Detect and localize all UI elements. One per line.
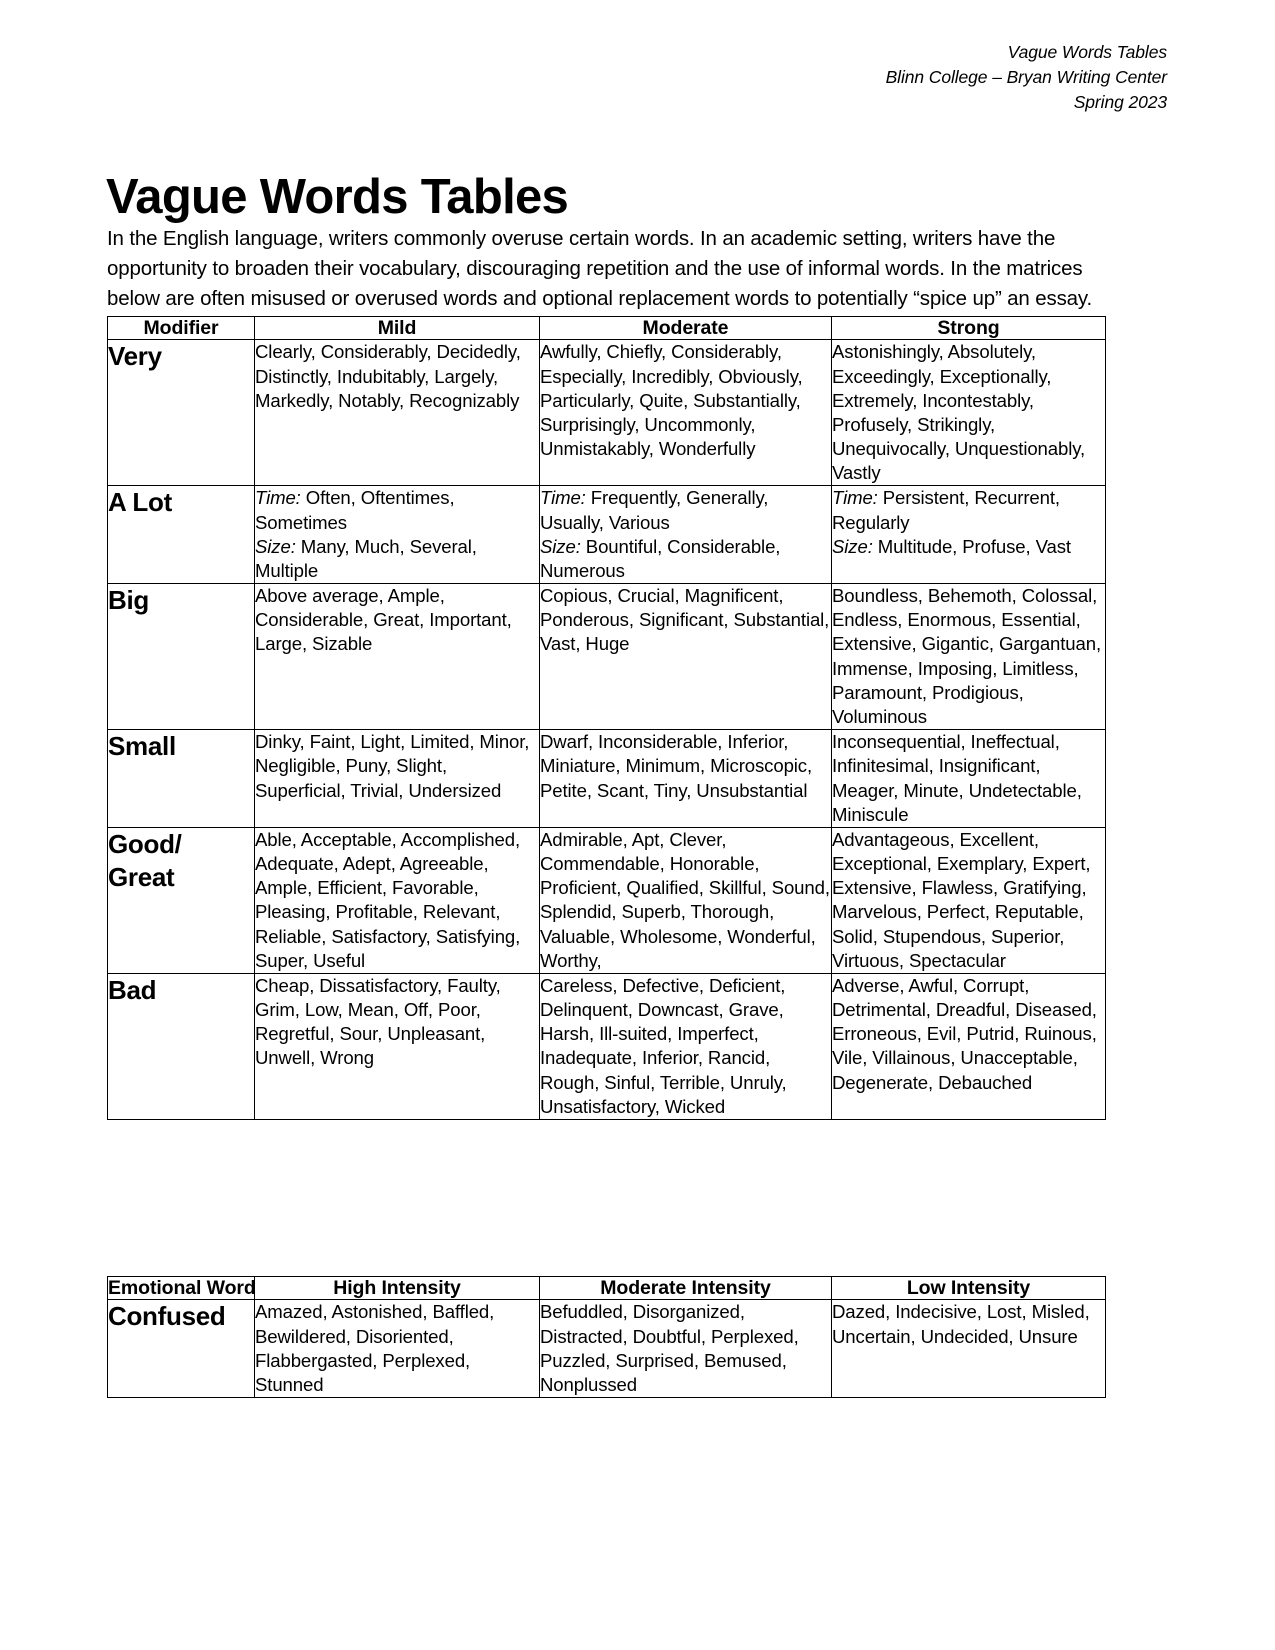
size-words: Multitude, Profuse, Vast [872,535,1071,557]
cell-good-great-moderate: Admirable, Apt, Clever, Commendable, Hon… [539,826,832,974]
cell-confused-low: Dazed, Indecisive, Lost, Misled, Uncerta… [831,1299,1106,1399]
cell-a-lot-mild: Time: Often, Oftentimes, Sometimes Size: … [254,485,540,585]
header-line-term: Spring 2023 [1073,91,1167,112]
column-header-mild: Mild [254,315,540,341]
table-row: Small Dinky, Faint, Light, Limited, Mino… [107,729,1106,828]
cell-very-mild: Clearly, Considerably, Decidedly, Distin… [254,339,540,487]
size-label: Size: [540,535,581,557]
table-row: A Lot Time: Often, Oftentimes, Sometimes… [107,485,1106,585]
row-header-very: Very [107,339,255,487]
table-row: Confused Amazed, Astonished, Baffled, Be… [107,1299,1106,1399]
table-row: Good/ Great Able, Acceptable, Accomplish… [107,826,1106,974]
intro-paragraph: In the English language, writers commonl… [107,226,1093,310]
document-running-header: Vague Words Tables Blinn College – Bryan… [886,40,1167,115]
cell-big-mild: Above average, Ample, Considerable, Grea… [254,583,540,731]
emotional-word-table: Emotional Word High Intensity Moderate I… [107,1275,1106,1399]
column-header-low-intensity: Low Intensity [831,1275,1106,1301]
table-row: Bad Cheap, Dissatisfactory, Faulty, Grim… [107,972,1106,1120]
document-page: Vague Words Tables Blinn College – Bryan… [0,0,1275,1650]
time-label: Time: [255,487,301,509]
cell-confused-high: Amazed, Astonished, Baffled, Bewildered,… [254,1299,540,1399]
cell-big-moderate: Copious, Crucial, Magnificent, Ponderous… [539,583,832,731]
cell-confused-moderate: Befuddled, Disorganized, Distracted, Dou… [539,1299,832,1399]
cell-very-moderate: Awfully, Chiefly, Considerably, Especial… [539,339,832,487]
cell-big-strong: Boundless, Behemoth, Colossal, Endless, … [831,583,1106,731]
cell-very-strong: Astonishingly, Absolutely, Exceedingly, … [831,339,1106,487]
table-header-row: Emotional Word High Intensity Moderate I… [107,1275,1106,1301]
row-header-a-lot: A Lot [107,485,255,585]
column-header-moderate-intensity: Moderate Intensity [539,1275,832,1301]
page-title: Vague Words Tables [106,169,569,224]
cell-bad-strong: Adverse, Awful, Corrupt, Detrimental, Dr… [831,972,1106,1120]
cell-good-great-mild: Able, Acceptable, Accomplished, Adequate… [254,826,540,974]
size-label: Size: [832,535,873,557]
table-header-row: Modifier Mild Moderate Strong [107,315,1106,341]
cell-good-great-strong: Advantageous, Excellent, Exceptional, Ex… [831,826,1106,974]
cell-a-lot-moderate: Time: Frequently, Generally, Usually, Va… [539,485,832,585]
size-label: Size: [255,535,296,557]
header-line-title: Vague Words Tables [1007,42,1167,62]
vague-modifier-table: Modifier Mild Moderate Strong Very Clear… [107,315,1106,1120]
cell-a-lot-strong: Time: Persistent, Recurrent, Regularly Si… [831,485,1106,585]
cell-bad-mild: Cheap, Dissatisfactory, Faulty, Grim, Lo… [254,972,540,1120]
table-row: Big Above average, Ample, Considerable, … [107,583,1106,731]
column-header-modifier: Modifier [107,315,255,341]
cell-bad-moderate: Careless, Defective, Deficient, Delinque… [539,972,832,1120]
column-header-moderate: Moderate [539,315,832,341]
row-header-small: Small [107,729,255,828]
time-label: Time: [832,487,878,509]
row-header-confused: Confused [107,1299,255,1399]
column-header-strong: Strong [831,315,1106,341]
row-header-bad: Bad [107,972,255,1120]
cell-small-mild: Dinky, Faint, Light, Limited, Minor, Neg… [254,729,540,828]
cell-small-moderate: Dwarf, Inconsiderable, Inferior, Miniatu… [539,729,832,828]
row-header-good-great: Good/ Great [107,826,255,974]
column-header-emotional-word: Emotional Word [107,1275,256,1301]
column-header-high-intensity: High Intensity [254,1275,540,1301]
table-row: Very Clearly, Considerably, Decidedly, D… [107,339,1106,487]
cell-small-strong: Inconsequential, Ineffectual, Infinitesi… [831,729,1106,828]
time-label: Time: [540,487,586,509]
row-header-big: Big [107,583,255,731]
header-line-institution: Blinn College – Bryan Writing Center [885,66,1167,87]
